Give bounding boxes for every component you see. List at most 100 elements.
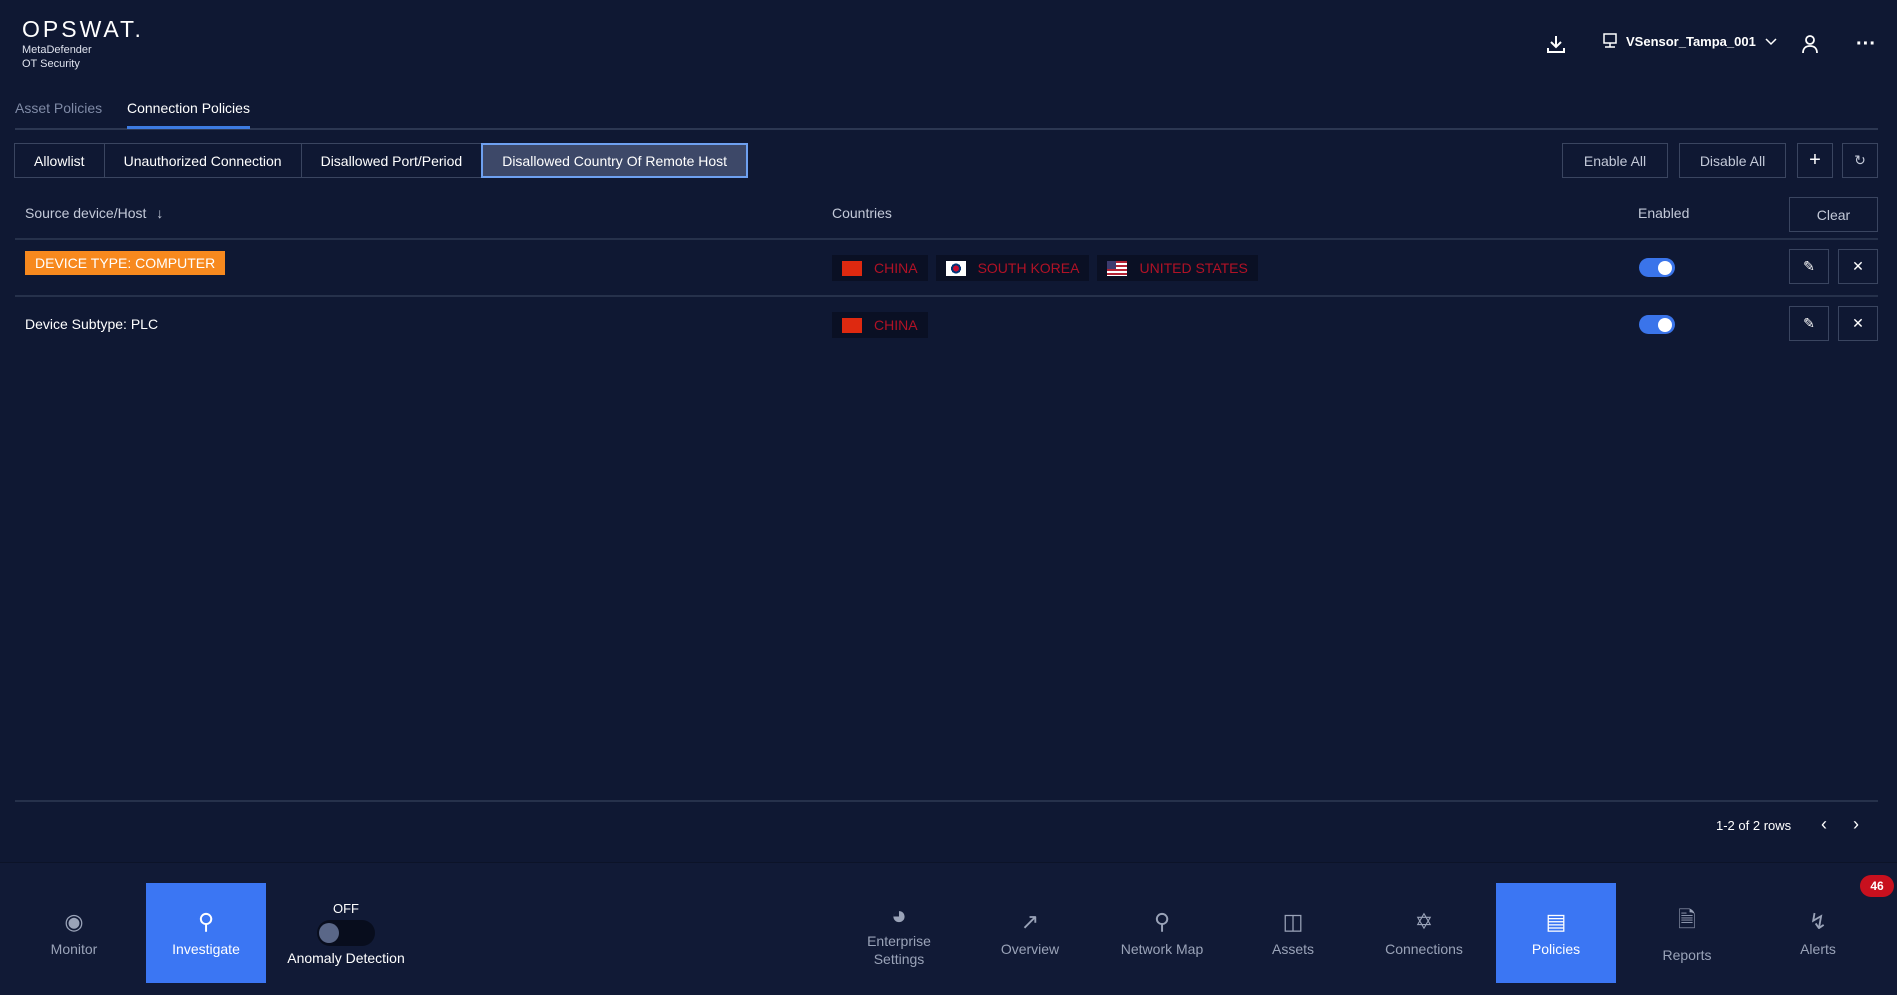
policy-tabs: Asset Policies Connection Policies: [15, 98, 1878, 130]
country-chip: UNITED STATES: [1097, 255, 1258, 281]
next-page-icon[interactable]: ›: [1853, 814, 1859, 835]
country-name: CHINA: [874, 317, 918, 333]
disable-all-button[interactable]: Disable All: [1679, 143, 1786, 178]
south-korea-flag-icon: [945, 260, 966, 276]
united-states-flag-icon: [1107, 260, 1128, 276]
bottom-nav: ◉ Monitor ⚲ Investigate OFF Anomaly Detect…: [0, 862, 1897, 995]
china-flag-icon: [842, 317, 862, 333]
connections-icon: ✡: [1414, 909, 1434, 934]
product-subtitle: OT Security: [22, 58, 80, 70]
eye-icon: ◉: [64, 909, 84, 934]
lightning-icon: ↯: [1808, 909, 1828, 934]
filter-allowlist[interactable]: Allowlist: [14, 143, 105, 178]
pencil-icon: ✎: [1803, 315, 1815, 331]
enable-all-button[interactable]: Enable All: [1562, 143, 1668, 178]
nav-network-map[interactable]: ⚲ Network Map: [1102, 883, 1222, 983]
more-icon[interactable]: ···: [1854, 32, 1878, 56]
sensor-selector[interactable]: VSensor_Tampa_001: [1602, 33, 1778, 49]
plus-icon: +: [1809, 149, 1821, 171]
delete-button[interactable]: ✕: [1838, 249, 1878, 284]
anomaly-state: OFF: [333, 900, 359, 916]
china-flag-icon: [842, 260, 862, 276]
nav-label: Monitor: [50, 941, 98, 957]
delete-button[interactable]: ✕: [1838, 306, 1878, 341]
nav-label: Overview: [1000, 941, 1060, 957]
source-tag: DEVICE TYPE: COMPUTER: [25, 251, 226, 275]
nav-label: Assets: [1271, 941, 1314, 957]
document-icon: 🗎: [1678, 907, 1696, 932]
clear-button[interactable]: Clear: [1789, 197, 1878, 232]
country-name: UNITED STATES: [1139, 260, 1248, 276]
edit-button[interactable]: ✎: [1789, 306, 1829, 341]
sensor-name: VSensor_Tampa_001: [1626, 33, 1756, 49]
countries-list: CHINA SOUTH KOREA UNITED STATES: [832, 255, 1258, 281]
add-button[interactable]: +: [1797, 143, 1833, 178]
filter-disallowed-country[interactable]: Disallowed Country Of Remote Host: [481, 143, 749, 178]
close-icon: ✕: [1852, 258, 1864, 274]
nav-alerts[interactable]: ↯ Alerts: [1758, 883, 1878, 983]
divider: [15, 238, 1878, 240]
pagination-info: 1-2 of 2 rows: [1716, 818, 1792, 833]
enabled-toggle[interactable]: [1639, 315, 1675, 334]
nav-enterprise-settings[interactable]: ◕ Enterprise Settings: [839, 883, 959, 983]
country-chip: CHINA: [832, 255, 928, 281]
previous-page-icon[interactable]: ‹: [1821, 814, 1827, 835]
nav-label: Policies: [1531, 941, 1581, 957]
nav-label: Enterprise: [867, 932, 931, 949]
globe-icon: ◕: [891, 899, 907, 930]
nav-label: Anomaly Detection: [287, 949, 405, 966]
country-name: CHINA: [874, 260, 918, 276]
column-countries-header: Countries: [832, 205, 892, 221]
country-chip: SOUTH KOREA: [935, 255, 1090, 281]
refresh-icon: ↻: [1854, 152, 1866, 168]
edit-button[interactable]: ✎: [1789, 249, 1829, 284]
chevron-down-icon: [1765, 38, 1777, 46]
pencil-icon: ✎: [1803, 258, 1815, 274]
column-source-label: Source device/Host: [25, 205, 147, 221]
filter-disallowed-port-period[interactable]: Disallowed Port/Period: [300, 143, 483, 178]
nav-label: Connections: [1385, 941, 1463, 957]
nav-connections[interactable]: ✡ Connections: [1364, 883, 1484, 983]
opswat-logo: OPSWAT. MetaDefender OT Security: [22, 16, 144, 71]
nav-label: Settings: [873, 950, 925, 967]
devices-icon: ◫: [1282, 909, 1304, 934]
nav-reports[interactable]: 🗎 Reports: [1627, 883, 1747, 983]
tab-asset-policies[interactable]: Asset Policies: [15, 100, 102, 126]
tab-connection-policies[interactable]: Connection Policies: [127, 100, 250, 129]
nav-label: Network Map: [1120, 941, 1204, 957]
divider: [15, 800, 1878, 802]
table-row: DEVICE TYPE: COMPUTER: [25, 251, 226, 275]
nav-investigate[interactable]: ⚲ Investigate: [146, 883, 266, 983]
close-icon: ✕: [1852, 315, 1864, 331]
policy-type-filter: Allowlist Unauthorized Connection Disall…: [14, 143, 749, 178]
nav-policies[interactable]: ▤ Policies: [1496, 883, 1616, 983]
countries-list: CHINA: [832, 312, 928, 338]
enabled-toggle[interactable]: [1639, 258, 1675, 277]
column-enabled-header: Enabled: [1638, 205, 1690, 221]
nav-label: Alerts: [1800, 941, 1836, 957]
country-chip: CHINA: [832, 312, 928, 338]
nav-overview[interactable]: ↗ Overview: [970, 883, 1090, 983]
source-text: Device Subtype: PLC: [25, 316, 159, 332]
sort-down-icon: ↓: [156, 205, 164, 221]
user-icon[interactable]: [1798, 32, 1822, 56]
nav-assets[interactable]: ◫ Assets: [1233, 883, 1353, 983]
nav-monitor[interactable]: ◉ Monitor: [14, 883, 134, 983]
line-chart-icon: ↗: [1020, 909, 1040, 934]
nav-label: Investigate: [172, 941, 240, 957]
alerts-count-badge: 46: [1860, 875, 1894, 897]
monitor-network-icon: [1603, 33, 1617, 48]
country-name: SOUTH KOREA: [977, 260, 1080, 276]
refresh-button[interactable]: ↻: [1842, 143, 1878, 178]
nav-label: Reports: [1662, 947, 1712, 963]
download-icon[interactable]: [1544, 32, 1568, 56]
divider: [15, 295, 1878, 297]
network-icon: ⚲: [1153, 909, 1171, 934]
brand-name: OPSWAT.: [22, 16, 144, 42]
column-source-header[interactable]: Source device/Host ↓: [25, 205, 163, 221]
hierarchy-icon: ⚲: [197, 909, 215, 934]
filter-unauthorized-connection[interactable]: Unauthorized Connection: [103, 143, 302, 178]
product-name: MetaDefender: [22, 44, 92, 56]
anomaly-toggle[interactable]: [317, 919, 375, 946]
anomaly-detection-control: OFF Anomaly Detection: [286, 883, 406, 983]
